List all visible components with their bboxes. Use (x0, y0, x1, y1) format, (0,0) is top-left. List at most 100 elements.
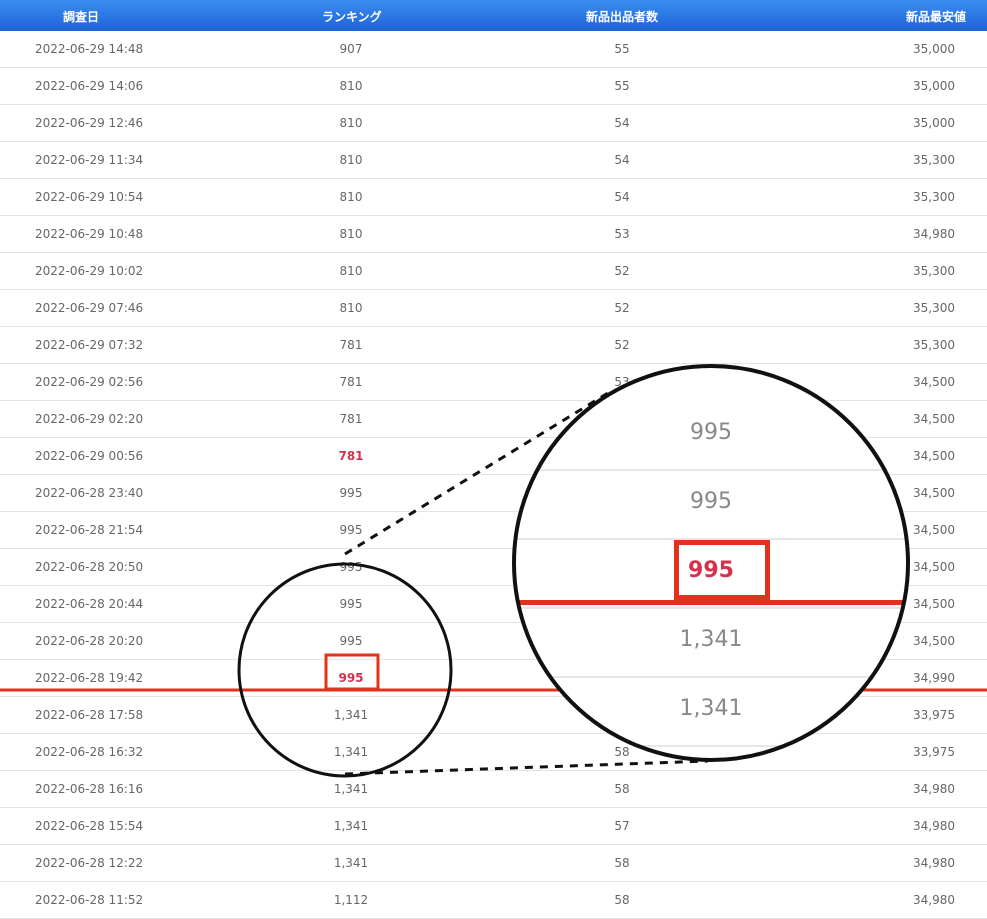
magnifier-row: 1,341 (514, 676, 908, 747)
cell-price: 33,975 (913, 745, 955, 759)
table-row: 2022-06-28 15:54 1,341 57 34,980 (0, 808, 987, 845)
magnifier-row: 995 (514, 400, 908, 471)
cell-price: 34,980 (913, 782, 955, 796)
cell-date: 2022-06-28 23:40 (35, 486, 144, 500)
cell-rank: 781 (339, 338, 363, 352)
cell-sellers: 58 (614, 856, 630, 870)
header-date[interactable]: 調査日 (63, 8, 99, 25)
table-row: 2022-06-29 10:54 810 54 35,300 (0, 179, 987, 216)
cell-date: 2022-06-28 16:16 (35, 782, 144, 796)
cell-date: 2022-06-28 20:44 (35, 597, 144, 611)
table-row: 2022-06-29 10:02 810 52 35,300 (0, 253, 987, 290)
cell-price: 34,500 (913, 523, 955, 537)
table-row: 2022-06-29 07:46 810 52 35,300 (0, 290, 987, 327)
cell-price: 34,500 (913, 486, 955, 500)
cell-rank: 995 (339, 486, 363, 500)
cell-price: 35,300 (913, 264, 955, 278)
cell-sellers: 54 (614, 153, 630, 167)
cell-date: 2022-06-29 07:46 (35, 301, 144, 315)
cell-rank: 810 (339, 264, 363, 278)
cell-price: 35,300 (913, 301, 955, 315)
cell-price: 34,980 (913, 856, 955, 870)
cell-date: 2022-06-28 12:22 (35, 856, 144, 870)
header-sellers[interactable]: 新品出品者数 (586, 8, 658, 25)
cell-rank: 995 (339, 634, 363, 648)
magnifier-value: 1,341 (679, 627, 743, 652)
cell-sellers: 58 (614, 782, 630, 796)
magnifier-value: 995 (690, 420, 732, 445)
magnifier: 995 995 995 1,341 1,341 (514, 366, 908, 760)
magnifier-value: 995 (688, 558, 734, 583)
cell-sellers: 52 (614, 264, 630, 278)
table-row: 2022-06-29 14:06 810 55 35,000 (0, 68, 987, 105)
cell-rank: 995 (338, 671, 364, 685)
cell-sellers: 58 (614, 893, 630, 907)
cell-price: 34,500 (913, 412, 955, 426)
cell-sellers: 52 (614, 338, 630, 352)
cell-date: 2022-06-28 19:42 (35, 671, 144, 685)
header-rank[interactable]: ランキング (322, 8, 382, 25)
cell-price: 34,980 (913, 893, 955, 907)
cell-rank: 810 (339, 190, 363, 204)
magnifier-row: 995 (514, 469, 908, 540)
cell-price: 34,500 (913, 560, 955, 574)
cell-rank: 781 (338, 449, 364, 463)
table-row: 2022-06-28 11:52 1,112 58 34,980 (0, 882, 987, 919)
cell-date: 2022-06-28 16:32 (35, 745, 144, 759)
cell-price: 34,500 (913, 375, 955, 389)
cell-price: 35,300 (913, 338, 955, 352)
cell-price: 34,980 (913, 819, 955, 833)
cell-date: 2022-06-29 07:32 (35, 338, 144, 352)
cell-date: 2022-06-29 11:34 (35, 153, 144, 167)
cell-date: 2022-06-28 20:20 (35, 634, 144, 648)
cell-sellers: 52 (614, 301, 630, 315)
cell-sellers: 54 (614, 116, 630, 130)
cell-date: 2022-06-28 11:52 (35, 893, 144, 907)
cell-rank: 810 (339, 79, 363, 93)
cell-price: 34,500 (913, 597, 955, 611)
cell-rank: 810 (339, 116, 363, 130)
cell-rank: 810 (339, 301, 363, 315)
table-row: 2022-06-29 14:48 907 55 35,000 (0, 31, 987, 68)
cell-rank: 995 (339, 560, 363, 574)
table-header: 調査日 ランキング 新品出品者数 新品最安値 (0, 0, 987, 31)
magnifier-row: 1,341 (514, 607, 908, 678)
cell-rank: 1,341 (333, 708, 369, 722)
cell-rank: 995 (339, 523, 363, 537)
cell-price: 34,500 (913, 449, 955, 463)
cell-price: 34,980 (913, 227, 955, 241)
cell-date: 2022-06-29 10:48 (35, 227, 144, 241)
magnifier-row: 995 (514, 538, 908, 609)
table-row: 2022-06-28 16:16 1,341 58 34,980 (0, 771, 987, 808)
cell-date: 2022-06-29 12:46 (35, 116, 144, 130)
magnifier-marker-line (514, 600, 908, 605)
cell-rank: 1,341 (333, 819, 369, 833)
table-row: 2022-06-29 11:34 810 54 35,300 (0, 142, 987, 179)
cell-sellers: 57 (614, 819, 630, 833)
magnifier-value: 995 (690, 489, 732, 514)
cell-price: 35,300 (913, 153, 955, 167)
table-row: 2022-06-29 12:46 810 54 35,000 (0, 105, 987, 142)
cell-rank: 810 (339, 153, 363, 167)
cell-sellers: 53 (614, 227, 630, 241)
cell-sellers: 55 (614, 42, 630, 56)
table-row: 2022-06-29 10:48 810 53 34,980 (0, 216, 987, 253)
cell-date: 2022-06-28 17:58 (35, 708, 144, 722)
cell-date: 2022-06-28 20:50 (35, 560, 144, 574)
cell-sellers: 54 (614, 190, 630, 204)
cell-sellers: 55 (614, 79, 630, 93)
cell-rank: 781 (339, 375, 363, 389)
cell-date: 2022-06-29 10:02 (35, 264, 144, 278)
cell-rank: 810 (339, 227, 363, 241)
cell-price: 35,000 (913, 79, 955, 93)
cell-price: 35,000 (913, 116, 955, 130)
cell-price: 34,990 (913, 671, 955, 685)
cell-rank: 781 (339, 412, 363, 426)
header-price[interactable]: 新品最安値 (906, 8, 966, 25)
cell-date: 2022-06-29 02:56 (35, 375, 144, 389)
cell-rank: 995 (339, 597, 363, 611)
cell-date: 2022-06-29 10:54 (35, 190, 144, 204)
cell-rank: 907 (339, 42, 363, 56)
cell-rank: 1,341 (333, 856, 369, 870)
cell-date: 2022-06-29 02:20 (35, 412, 144, 426)
